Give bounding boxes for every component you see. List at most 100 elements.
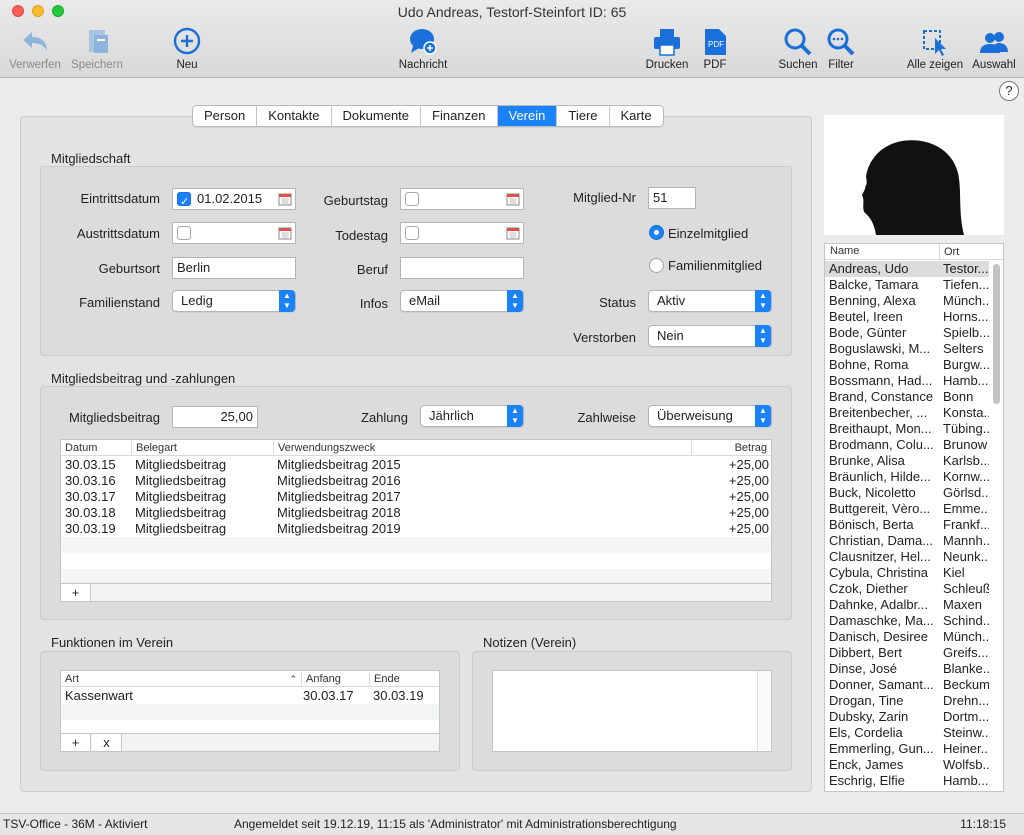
nachricht-button[interactable]: Nachricht	[394, 26, 452, 76]
list-item[interactable]: Emmerling, Gun... Heiner...	[825, 741, 989, 757]
table-row[interactable]: 30.03.15 Mitgliedsbeitrag Mitgliedsbeitr…	[61, 457, 771, 473]
tab-tiere[interactable]: Tiere	[557, 106, 610, 126]
infos-select[interactable]: eMail ▲ ▼	[400, 290, 524, 312]
list-item[interactable]: Brunke, Alisa Karlsb...	[825, 453, 989, 469]
geburtsort-field[interactable]: Berlin	[172, 257, 296, 279]
list-item[interactable]: Beutel, Ireen Horns...	[825, 309, 989, 325]
beruf-field[interactable]	[400, 257, 524, 279]
table-row[interactable]: Kassenwart 30.03.17 30.03.19	[61, 688, 439, 704]
list-item[interactable]: Damaschke, Ma... Schind...	[825, 613, 989, 629]
member-photo[interactable]	[824, 115, 1004, 235]
col-anfang[interactable]: Anfang	[301, 672, 369, 686]
list-item[interactable]: Christian, Dama... Mannh...	[825, 533, 989, 549]
eintrittsdatum-checkbox[interactable]	[177, 192, 191, 209]
calendar-icon[interactable]	[506, 226, 520, 240]
tab-person[interactable]: Person	[193, 106, 258, 126]
zahlweise-select[interactable]: Überweisung ▲ ▼	[648, 405, 772, 427]
geburtstag-checkbox[interactable]	[405, 192, 419, 206]
list-item[interactable]: Clausnitzer, Hel... Neunk...	[825, 549, 989, 565]
list-item[interactable]: Benning, Alexa Münch...	[825, 293, 989, 309]
list-item[interactable]: Dubsky, Zarin Dortm...	[825, 709, 989, 725]
list-item[interactable]: Balcke, Tamara Tiefen...	[825, 277, 989, 293]
list-item[interactable]: Cybula, Christina Kiel	[825, 565, 989, 581]
remove-funktion-button[interactable]: x	[92, 734, 122, 751]
list-item[interactable]: Dahnke, Adalbr... Maxen	[825, 597, 989, 613]
verstorben-select[interactable]: Nein ▲ ▼	[648, 325, 772, 347]
help-button[interactable]: ?	[999, 81, 1019, 101]
todestag-field[interactable]	[400, 222, 524, 244]
list-item[interactable]: Enck, James Wolfsb...	[825, 757, 989, 773]
drucken-button[interactable]: Drucken	[644, 26, 690, 76]
tab-karte[interactable]: Karte	[610, 106, 663, 126]
notizen-scrollbar[interactable]	[757, 671, 771, 751]
mitglied-nr-field[interactable]: 51	[648, 187, 696, 209]
col-name[interactable]: Name	[830, 245, 859, 257]
zahlung-select[interactable]: Jährlich ▲ ▼	[420, 405, 524, 427]
list-item[interactable]: Buck, Nicoletto Görlsd...	[825, 485, 989, 501]
calendar-icon[interactable]	[506, 192, 520, 206]
list-item[interactable]: Andreas, Udo Testor...	[825, 261, 989, 277]
table-row[interactable]: 30.03.19 Mitgliedsbeitrag Mitgliedsbeitr…	[61, 521, 771, 537]
add-payment-button[interactable]: +	[61, 584, 91, 601]
col-art[interactable]: Art ⌃	[61, 672, 301, 686]
list-item[interactable]: Breithaupt, Mon... Tübing...	[825, 421, 989, 437]
suchen-button[interactable]: Suchen	[776, 26, 820, 76]
todestag-checkbox[interactable]	[405, 226, 419, 240]
member-list-scrollbar[interactable]	[993, 264, 1000, 404]
col-ende[interactable]: Ende	[369, 672, 439, 686]
list-item[interactable]: Eschrig, Elfie Hamb...	[825, 773, 989, 789]
list-item[interactable]: Brodmann, Colu... Brunow	[825, 437, 989, 453]
tab-kontakte[interactable]: Kontakte	[257, 106, 332, 126]
list-item[interactable]: Bode, Günter Spielb...	[825, 325, 989, 341]
alle-zeigen-button[interactable]: Alle zeigen	[904, 26, 966, 76]
calendar-icon[interactable]	[278, 226, 292, 240]
list-item[interactable]: Boguslawski, M... Selters	[825, 341, 989, 357]
list-item[interactable]: Danisch, Desiree Münch...	[825, 629, 989, 645]
status-select[interactable]: Aktiv ▲ ▼	[648, 290, 772, 312]
list-item[interactable]: Els, Cordelia Steinw...	[825, 725, 989, 741]
table-row[interactable]: 30.03.16 Mitgliedsbeitrag Mitgliedsbeitr…	[61, 473, 771, 489]
list-item[interactable]: Brand, Constance Bonn	[825, 389, 989, 405]
col-betrag[interactable]: Betrag	[691, 441, 771, 455]
tab-dokumente[interactable]: Dokumente	[332, 106, 422, 126]
list-item[interactable]: Donner, Samant... Beckum	[825, 677, 989, 693]
list-item[interactable]: Bossmann, Had... Hamb...	[825, 373, 989, 389]
col-verwendungszweck[interactable]: Verwendungszweck	[273, 441, 691, 455]
filter-button[interactable]: Filter	[824, 26, 858, 76]
tab-verein[interactable]: Verein	[497, 106, 558, 126]
pdf-button[interactable]: PDF PDF	[698, 26, 732, 76]
member-name: Bräunlich, Hilde...	[829, 469, 931, 484]
neu-button[interactable]: Neu	[166, 26, 208, 76]
add-funktion-button[interactable]: +	[61, 734, 91, 751]
list-item[interactable]: Breitenbecher, ... Konsta...	[825, 405, 989, 421]
col-belegart[interactable]: Belegart	[131, 441, 271, 455]
calendar-icon[interactable]	[278, 192, 292, 206]
cell-belegart: Mitgliedsbeitrag	[135, 473, 227, 488]
geburtstag-field[interactable]	[400, 188, 524, 210]
list-item[interactable]: Czok, Diether Schleuß	[825, 581, 989, 597]
familienstand-select[interactable]: Ledig ▲ ▼	[172, 290, 296, 312]
notizen-textarea[interactable]	[492, 670, 772, 752]
verwerfen-button[interactable]: Verwerfen	[6, 26, 64, 76]
familienmitglied-radio[interactable]	[649, 258, 664, 273]
col-ort[interactable]: Ort	[939, 244, 959, 260]
list-item[interactable]: Dinse, José Blanke...	[825, 661, 989, 677]
austrittsdatum-checkbox[interactable]	[177, 226, 191, 240]
list-item[interactable]: Dibbert, Bert Greifs...	[825, 645, 989, 661]
auswahl-button[interactable]: Auswahl	[970, 26, 1018, 76]
austrittsdatum-field[interactable]	[172, 222, 296, 244]
table-row[interactable]: 30.03.17 Mitgliedsbeitrag Mitgliedsbeitr…	[61, 489, 771, 505]
speichern-button[interactable]: Speichern	[68, 26, 126, 76]
list-item[interactable]: Drogan, Tine Drehn...	[825, 693, 989, 709]
table-row[interactable]: 30.03.18 Mitgliedsbeitrag Mitgliedsbeitr…	[61, 505, 771, 521]
list-item[interactable]: Bönisch, Berta Frankf...	[825, 517, 989, 533]
mitgliedsbeitrag-field[interactable]: 25,00	[172, 406, 258, 428]
einzelmitglied-radio[interactable]	[649, 225, 664, 240]
list-item[interactable]: Bräunlich, Hilde... Kornw...	[825, 469, 989, 485]
eintrittsdatum-field[interactable]: 01.02.2015	[172, 188, 296, 210]
empty-row	[61, 704, 439, 720]
tab-finanzen[interactable]: Finanzen	[421, 106, 498, 126]
list-item[interactable]: Buttgereit, Vèro... Emme...	[825, 501, 989, 517]
col-datum[interactable]: Datum	[61, 441, 123, 455]
list-item[interactable]: Bohne, Roma Burgw...	[825, 357, 989, 373]
